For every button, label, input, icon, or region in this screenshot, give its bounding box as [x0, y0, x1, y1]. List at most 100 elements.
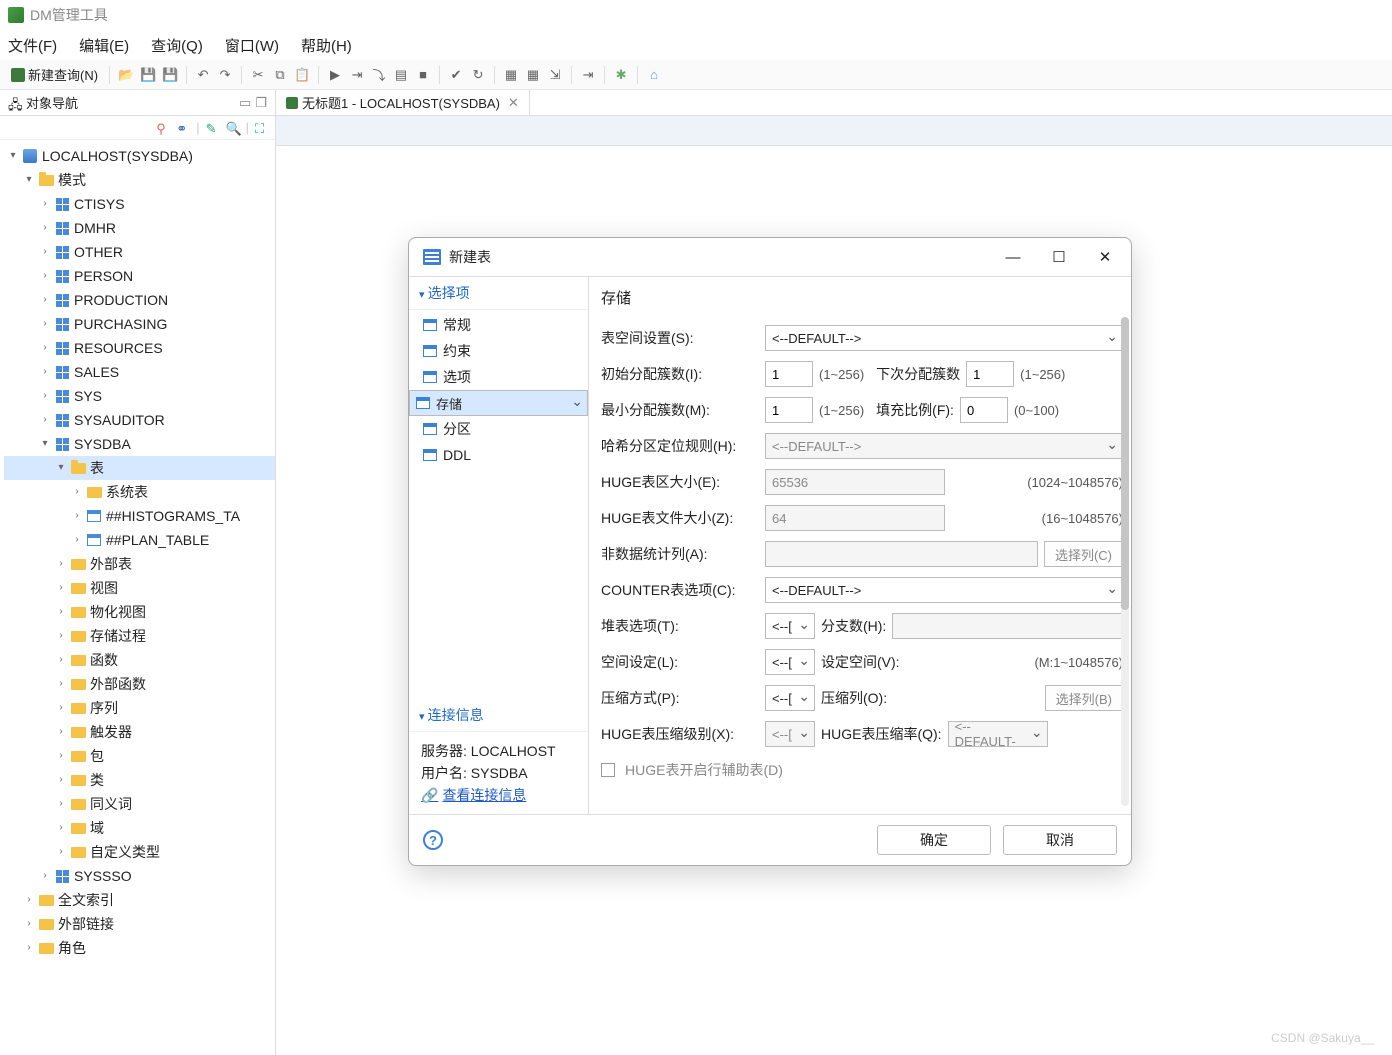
stop-icon[interactable]: ■ — [413, 65, 433, 85]
counter-select[interactable]: <--DEFAULT--> — [765, 577, 1123, 603]
tree-folder[interactable]: 外部链接 — [58, 912, 114, 936]
run-icon[interactable]: ▶ — [325, 65, 345, 85]
space-select[interactable]: <--[ — [765, 649, 815, 675]
tree-folder[interactable]: 角色 — [58, 936, 86, 960]
next-input[interactable] — [966, 361, 1014, 387]
tree-table-folder[interactable]: 表 — [90, 456, 104, 480]
menu-help[interactable]: 帮助(H) — [301, 35, 352, 56]
tree-schema[interactable]: RESOURCES — [74, 336, 163, 360]
tree-folder[interactable]: 外部表 — [90, 552, 132, 576]
close-button[interactable]: ✕ — [1085, 243, 1125, 271]
select-comp-cols-button[interactable]: 选择列(B) — [1045, 685, 1123, 711]
tree-folder[interactable]: 全文索引 — [58, 888, 114, 912]
tree-folder[interactable]: 自定义类型 — [90, 840, 160, 864]
search-icon[interactable]: 🔍 — [226, 121, 240, 135]
tree-schema[interactable]: DMHR — [74, 216, 116, 240]
script-icon[interactable]: ▤ — [391, 65, 411, 85]
tree-schema[interactable]: PERSON — [74, 264, 133, 288]
edit-icon[interactable]: ✎ — [206, 121, 220, 135]
side-item-general[interactable]: 常规 — [409, 312, 588, 338]
menu-file[interactable]: 文件(F) — [8, 35, 57, 56]
restore-icon[interactable]: ❐ — [255, 95, 267, 111]
cut-icon[interactable]: ✂ — [248, 65, 268, 85]
save-icon[interactable]: 💾 — [138, 65, 158, 85]
side-item-partition[interactable]: 分区 — [409, 416, 588, 442]
grid1-icon[interactable]: ▦ — [501, 65, 521, 85]
close-tab-icon[interactable]: ✕ — [508, 95, 519, 111]
tree-schema[interactable]: SALES — [74, 360, 119, 384]
tree-folder[interactable]: 域 — [90, 816, 104, 840]
tablespace-select[interactable]: <--DEFAULT--> — [765, 325, 1123, 351]
debug-step-icon[interactable]: ⇥ — [347, 65, 367, 85]
tree-schema[interactable]: PURCHASING — [74, 312, 167, 336]
redo-icon[interactable]: ↷ — [215, 65, 235, 85]
tree-schema[interactable]: PRODUCTION — [74, 288, 168, 312]
fill-input[interactable] — [960, 397, 1008, 423]
paste-icon[interactable]: 📋 — [292, 65, 312, 85]
expand-icon[interactable]: ⛶ — [255, 121, 269, 135]
undo-icon[interactable]: ↶ — [193, 65, 213, 85]
tree-folder[interactable]: 外部函数 — [90, 672, 146, 696]
ok-button[interactable]: 确定 — [877, 825, 991, 855]
side-item-ddl[interactable]: DDL — [409, 442, 588, 468]
side-item-constraint[interactable]: 约束 — [409, 338, 588, 364]
tree-systables[interactable]: 系统表 — [106, 480, 148, 504]
minimize-icon[interactable]: ▭ — [239, 95, 251, 111]
debug-over-icon[interactable]: ⤵ — [369, 65, 389, 85]
tree-schema[interactable]: CTISYS — [74, 192, 125, 216]
menu-window[interactable]: 窗口(W) — [225, 35, 279, 56]
select-cols-button[interactable]: 选择列(C) — [1044, 541, 1123, 567]
dialog-scrollbar[interactable] — [1121, 317, 1129, 806]
tree-folder[interactable]: 序列 — [90, 696, 118, 720]
editor-content[interactable] — [276, 116, 1392, 146]
cancel-button[interactable]: 取消 — [1003, 825, 1117, 855]
goto-end-icon[interactable]: ⇥ — [578, 65, 598, 85]
menu-edit[interactable]: 编辑(E) — [79, 35, 129, 56]
menu-query[interactable]: 查询(Q) — [151, 35, 203, 56]
tree-folder[interactable]: 包 — [90, 744, 104, 768]
editor-tab[interactable]: 无标题1 - LOCALHOST(SYSDBA) ✕ — [276, 90, 530, 115]
tree-schema[interactable]: SYSSSO — [74, 864, 132, 888]
open-icon[interactable]: 📂 — [116, 65, 136, 85]
commit-icon[interactable]: ✔ — [446, 65, 466, 85]
sidebar-section-select[interactable]: 选择项 — [409, 277, 588, 310]
view-connection-link[interactable]: 🔗查看连接信息 — [421, 784, 576, 806]
tree-root[interactable]: LOCALHOST(SYSDBA) — [42, 144, 193, 168]
side-item-option[interactable]: 选项 — [409, 364, 588, 390]
bug-icon[interactable]: ✱ — [611, 65, 631, 85]
help-icon[interactable]: ? — [423, 830, 443, 850]
aux-checkbox[interactable] — [601, 763, 615, 777]
home-icon[interactable]: ⌂ — [644, 65, 664, 85]
minimize-button[interactable]: ― — [993, 243, 1033, 271]
object-tree[interactable]: ▾LOCALHOST(SYSDBA) ▾模式 ›CTISYS ›DMHR ›OT… — [0, 140, 275, 1055]
tree-schema[interactable]: OTHER — [74, 240, 123, 264]
grid2-icon[interactable]: ▦ — [523, 65, 543, 85]
tree-schema[interactable]: SYS — [74, 384, 102, 408]
link-icon[interactable]: ⚭ — [176, 121, 190, 135]
tree-folder[interactable]: 同义词 — [90, 792, 132, 816]
tree-folder[interactable]: 函数 — [90, 648, 118, 672]
tree-schema[interactable]: SYSAUDITOR — [74, 408, 165, 432]
tree-folder[interactable]: 视图 — [90, 576, 118, 600]
tree-table[interactable]: ##PLAN_TABLE — [106, 528, 209, 552]
nav-tab[interactable]: 🖧 对象导航 ▭ ❐ — [0, 90, 275, 116]
tree-folder[interactable]: 物化视图 — [90, 600, 146, 624]
heap-select[interactable]: <--[ — [765, 613, 815, 639]
sidebar-section-conn[interactable]: 连接信息 — [409, 699, 588, 732]
tree-folder[interactable]: 触发器 — [90, 720, 132, 744]
tree-table[interactable]: ##HISTOGRAMS_TA — [106, 504, 240, 528]
tree-schema-folder[interactable]: 模式 — [58, 168, 86, 192]
export-icon[interactable]: ⇲ — [545, 65, 565, 85]
side-item-storage[interactable]: 存储 — [409, 390, 588, 416]
min-input[interactable] — [765, 397, 813, 423]
maximize-button[interactable]: ☐ — [1039, 243, 1079, 271]
tree-folder[interactable]: 类 — [90, 768, 104, 792]
init-input[interactable] — [765, 361, 813, 387]
filter-icon[interactable]: ⚲ — [156, 121, 170, 135]
new-query-button[interactable]: 新建查询(N) — [6, 63, 103, 86]
rollback-icon[interactable]: ↻ — [468, 65, 488, 85]
comp-select[interactable]: <--[ — [765, 685, 815, 711]
copy-icon[interactable]: ⧉ — [270, 65, 290, 85]
tree-folder[interactable]: 存储过程 — [90, 624, 146, 648]
tree-schema-sysdba[interactable]: SYSDBA — [74, 432, 131, 456]
